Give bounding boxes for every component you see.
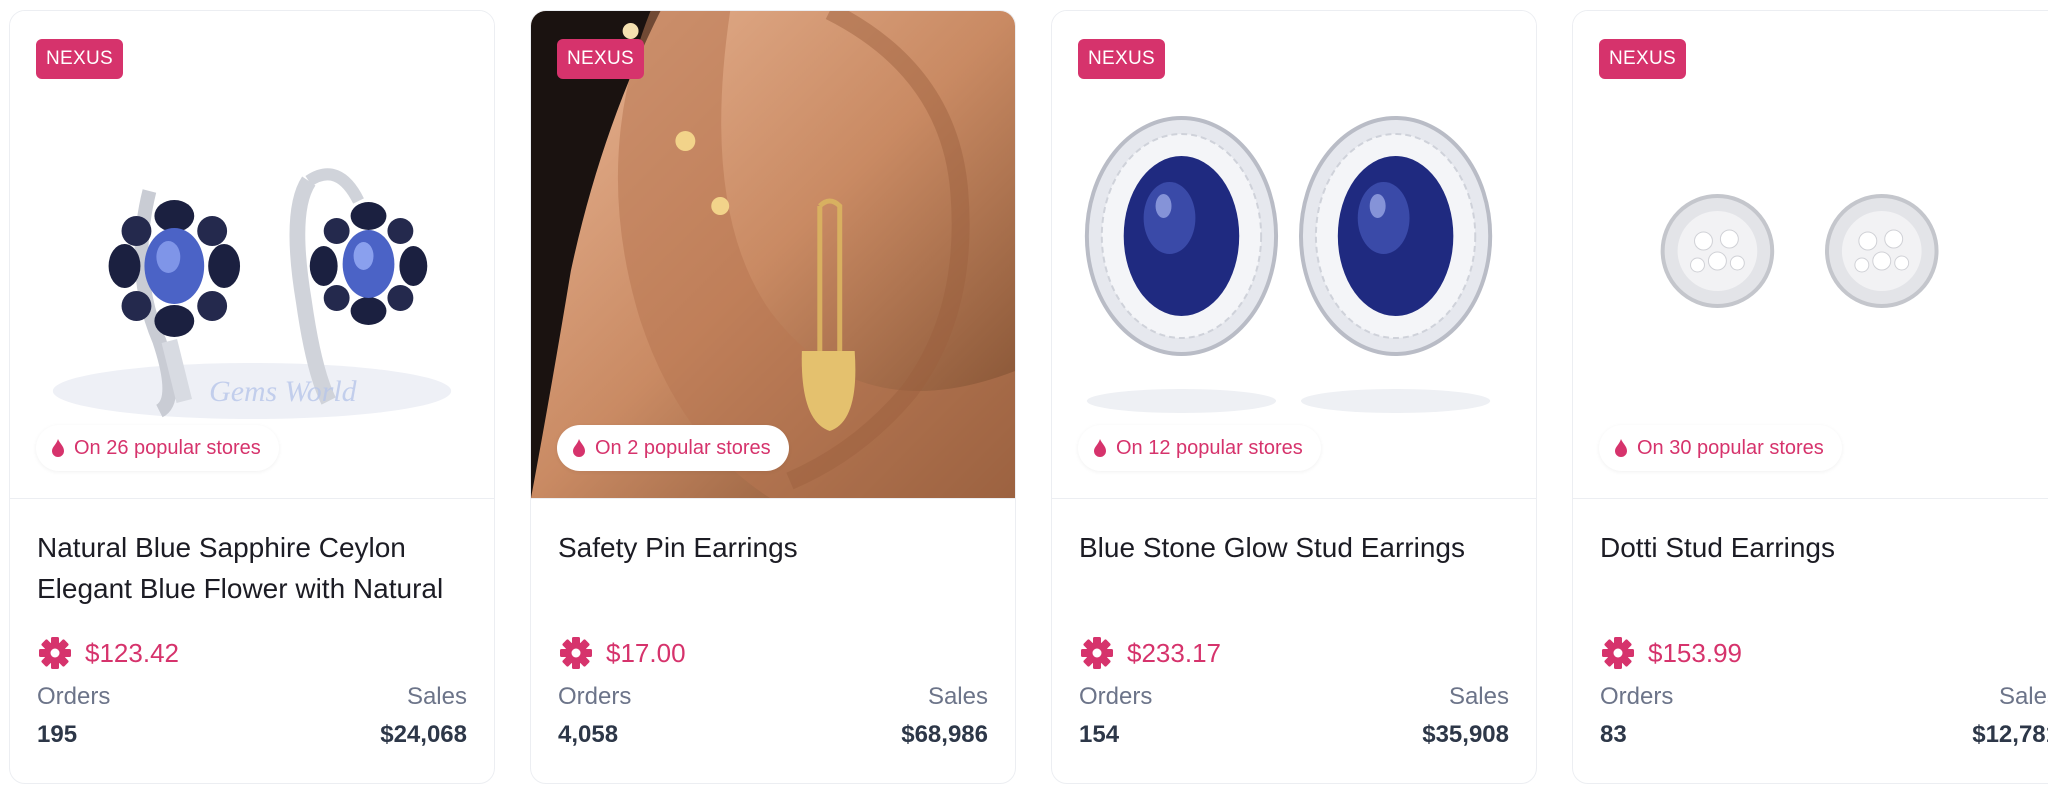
price-row: $233.17 [1079,635,1221,671]
product-title[interactable]: Natural Blue Sapphire Ceylon Elegant Blu… [37,527,472,609]
stats: Orders Sales 154 $35,908 [1079,683,1509,749]
product-title[interactable]: Safety Pin Earrings [558,527,993,568]
product-title[interactable]: Blue Stone Glow Stud Earrings [1079,527,1514,568]
product-price: $123.42 [85,637,179,668]
gear-icon [1602,637,1634,669]
product-title[interactable]: Dotti Stud Earrings [1600,527,2048,568]
sales-label: Sales [406,683,467,710]
sales-value: $35,908 [1422,721,1509,748]
brand-badge: NEXUS [36,39,123,79]
brand-badge: NEXUS [1599,39,1686,79]
orders-label: Orders [558,683,632,710]
price-row: $17.00 [558,635,686,671]
flame-icon [1615,439,1627,457]
orders-value: 83 [1600,721,1627,748]
orders-label: Orders [1079,683,1153,710]
product-grid: Gems World NEXUS On 26 popular stores Na… [0,0,2048,796]
flame-icon [573,439,585,457]
product-image[interactable]: Gems World NEXUS On 26 popular stores [10,11,494,499]
flame-icon [52,439,64,457]
popular-stores-pill[interactable]: On 26 popular stores [36,425,279,471]
product-card[interactable]: NEXUS On 30 popular stores Dotti Stud Ea… [1572,10,2048,784]
orders-value: 154 [1079,721,1120,748]
orders-value: 195 [37,721,78,748]
product-price: $233.17 [1127,637,1221,668]
flame-icon [1094,439,1106,457]
price-row: $123.42 [37,635,179,671]
product-price: $153.99 [1648,637,1742,668]
sales-label: Sales [927,683,988,710]
popular-stores-label: On 2 popular stores [595,436,771,459]
popular-stores-label: On 30 popular stores [1637,436,1824,459]
stats: Orders Sales 195 $24,068 [37,683,467,749]
price-row: $153.99 [1600,635,1742,671]
gear-icon [39,637,71,669]
product-image[interactable]: NEXUS On 2 popular stores [531,11,1015,499]
popular-stores-label: On 12 popular stores [1116,436,1303,459]
product-card[interactable]: Gems World NEXUS On 26 popular stores Na… [9,10,495,784]
gear-icon [560,637,592,669]
sales-value: $68,986 [901,721,988,748]
product-image[interactable]: NEXUS On 30 popular stores [1573,11,2048,499]
sales-label: Sales [1998,683,2048,710]
popular-stores-pill[interactable]: On 2 popular stores [557,425,789,471]
brand-badge: NEXUS [1078,39,1165,79]
orders-value: 4,058 [558,721,619,748]
sales-label: Sales [1448,683,1509,710]
brand-badge: NEXUS [557,39,644,79]
stats: Orders Sales 83 $12,781 [1600,683,2048,749]
watermark-text: Gems World [209,375,357,408]
stats: Orders Sales 4,058 $68,986 [558,683,988,749]
gear-icon [1081,637,1113,669]
product-image[interactable]: NEXUS On 12 popular stores [1052,11,1536,499]
product-price: $17.00 [606,637,686,668]
popular-stores-pill[interactable]: On 30 popular stores [1599,425,1842,471]
orders-label: Orders [37,683,111,710]
popular-stores-label: On 26 popular stores [74,436,261,459]
sales-value: $12,781 [1972,721,2048,748]
product-card[interactable]: NEXUS On 12 popular stores Blue Stone Gl… [1051,10,1537,784]
product-card[interactable]: NEXUS On 2 popular stores Safety Pin Ear… [530,10,1016,784]
popular-stores-pill[interactable]: On 12 popular stores [1078,425,1321,471]
sales-value: $24,068 [380,721,467,748]
orders-label: Orders [1600,683,1674,710]
